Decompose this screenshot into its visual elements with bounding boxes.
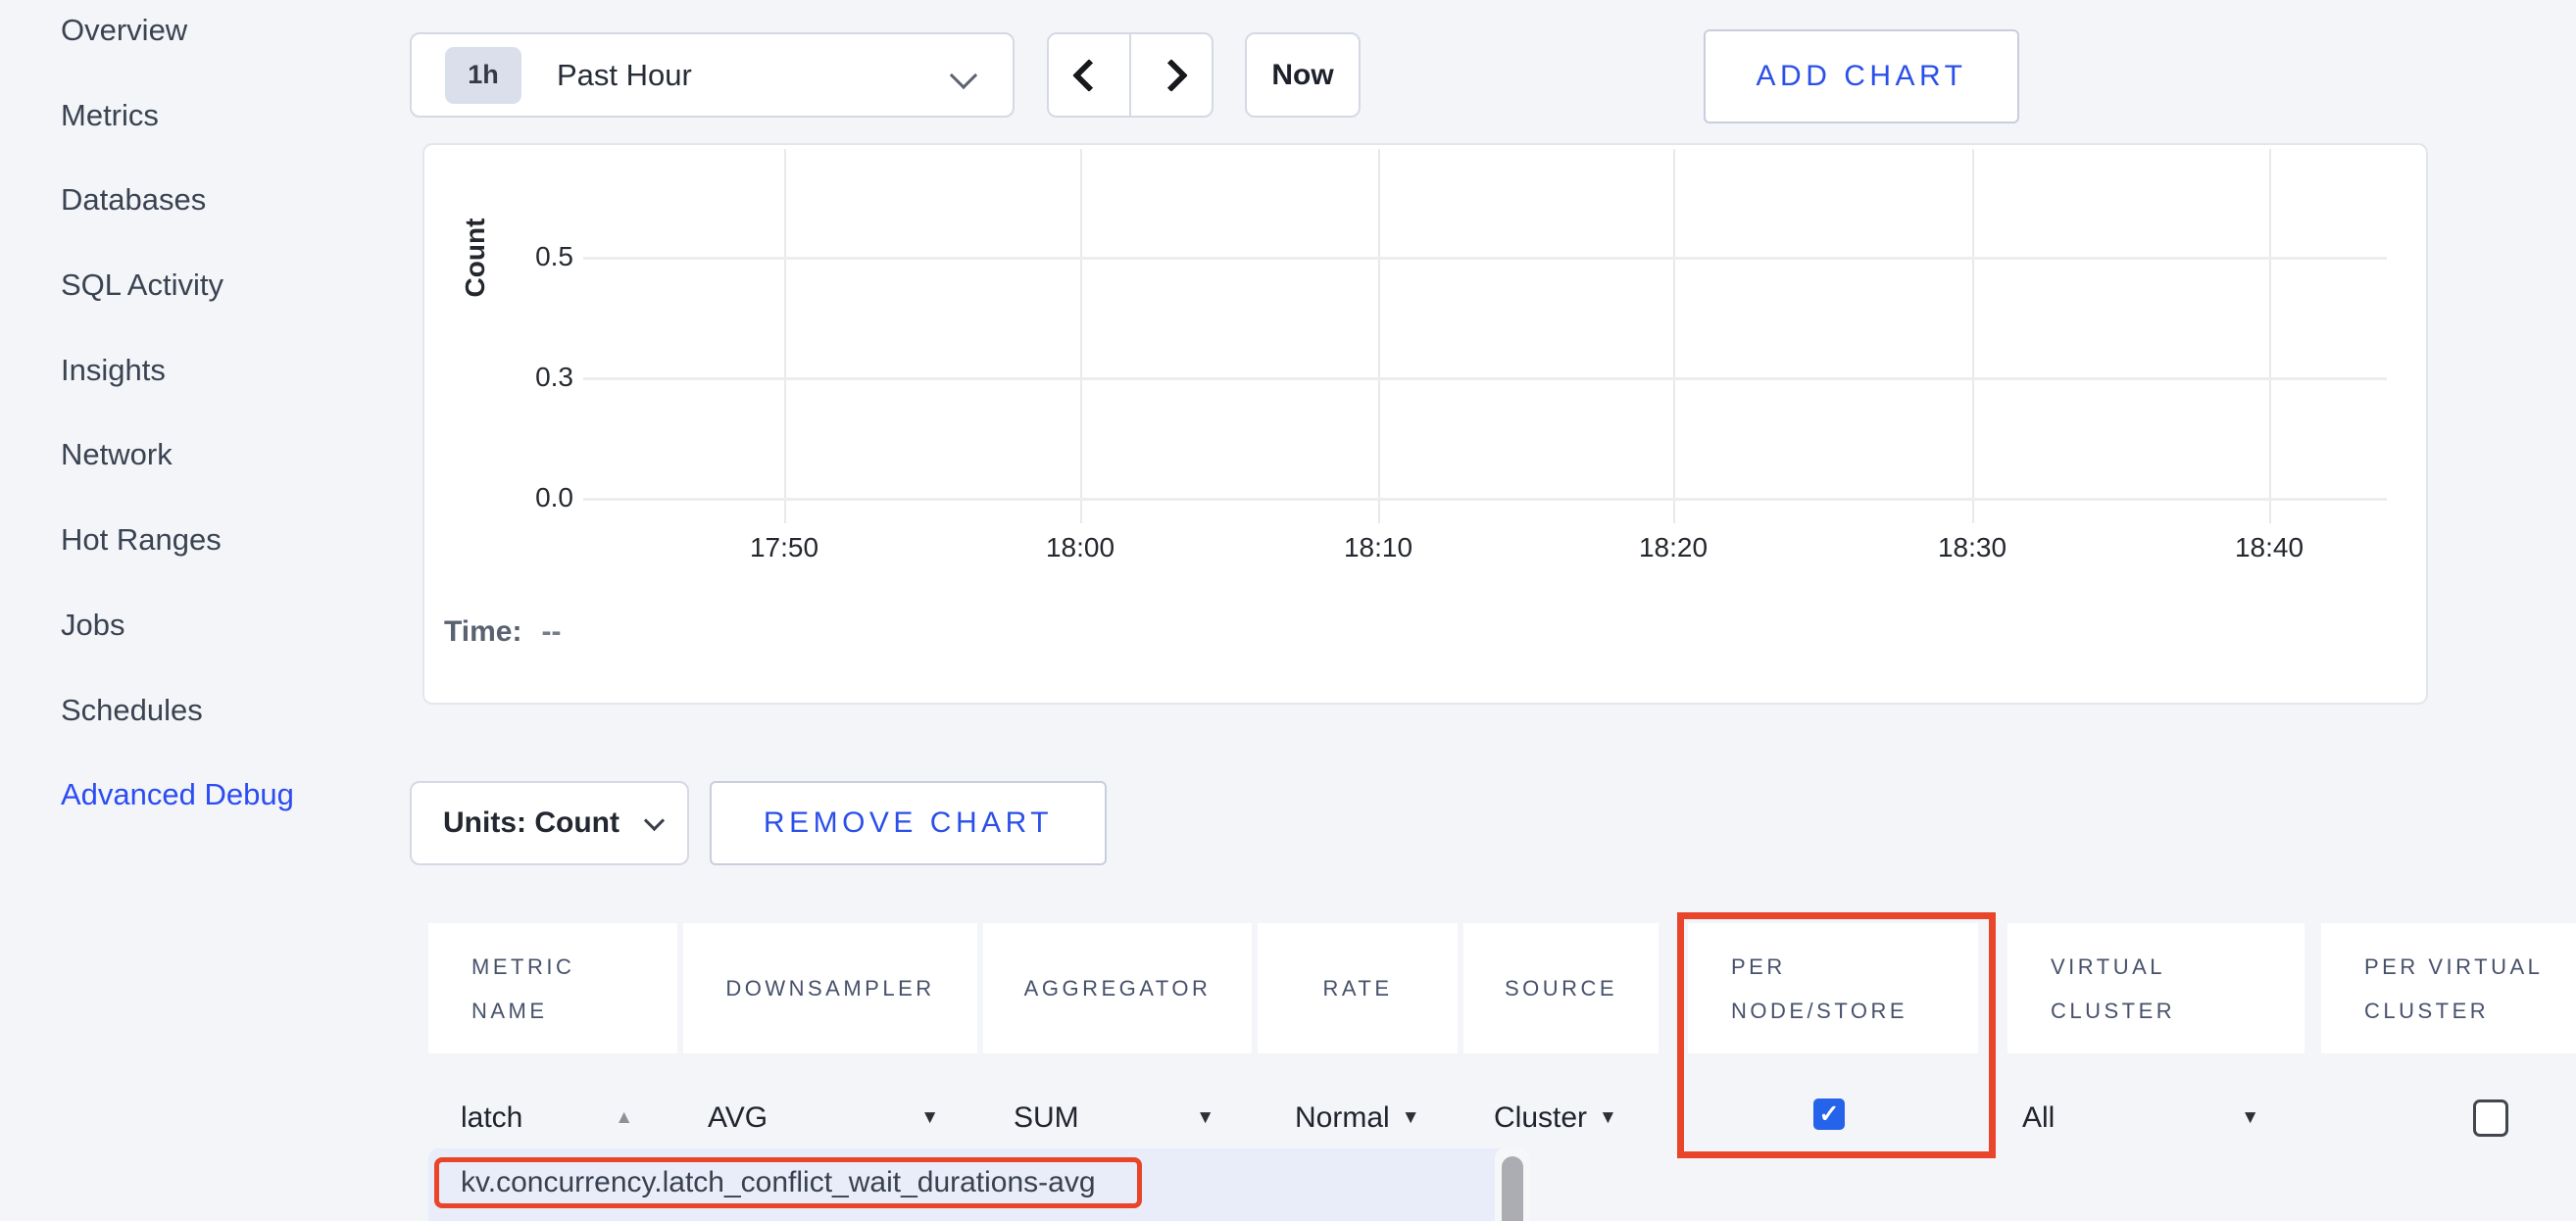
- remove-chart-button[interactable]: REMOVE CHART: [710, 781, 1107, 865]
- dropdown-scrollbar-track: [1495, 1148, 1530, 1221]
- gridline: [583, 377, 2387, 380]
- gridline: [1972, 149, 1974, 523]
- x-axis-tick: 18:00: [1012, 532, 1149, 563]
- gridline: [1378, 149, 1380, 523]
- caret-down-icon: ▼: [2241, 1107, 2259, 1129]
- caret-down-icon: ▼: [1599, 1107, 1617, 1129]
- hover-time-readout: Time: --: [444, 615, 561, 649]
- y-axis-tick: 0.5: [475, 241, 573, 272]
- rate-value: Normal: [1295, 1101, 1390, 1135]
- caret-down-icon: ▼: [920, 1107, 939, 1129]
- caret-up-icon: ▲: [615, 1107, 633, 1129]
- time-range-label: Past Hour: [557, 58, 692, 93]
- units-selector[interactable]: Units: Count: [410, 781, 689, 865]
- sidebar-item-advanced-debug[interactable]: Advanced Debug: [61, 777, 394, 862]
- chevron-down-icon: [950, 62, 977, 89]
- caret-down-icon: ▼: [1402, 1107, 1420, 1129]
- time-next-button[interactable]: [1129, 34, 1212, 116]
- sidebar-item-schedules[interactable]: Schedules: [61, 693, 394, 778]
- time-range-badge: 1h: [445, 47, 521, 104]
- time-readout-value: --: [541, 615, 561, 649]
- chevron-right-icon: [1155, 59, 1188, 92]
- gridline: [583, 257, 2387, 260]
- column-header-source: SOURCE: [1463, 923, 1659, 1053]
- column-header-aggregator: AGGREGATOR: [983, 923, 1252, 1053]
- metric-name-value: latch: [461, 1101, 522, 1135]
- caret-down-icon: ▼: [1196, 1107, 1214, 1129]
- virtual-cluster-select[interactable]: All ▼: [2022, 1096, 2259, 1141]
- sidebar-item-metrics[interactable]: Metrics: [61, 98, 394, 183]
- sidebar-item-network[interactable]: Network: [61, 437, 394, 522]
- time-range-selector[interactable]: 1h Past Hour: [410, 32, 1015, 118]
- time-readout-label: Time:: [444, 615, 521, 649]
- aggregator-value: SUM: [1014, 1101, 1079, 1135]
- chevron-down-icon: [644, 809, 665, 830]
- time-prev-button[interactable]: [1049, 34, 1129, 116]
- sidebar-item-jobs[interactable]: Jobs: [61, 608, 394, 693]
- units-selector-label: Units: Count: [443, 806, 619, 840]
- x-axis-tick: 18:10: [1310, 532, 1447, 563]
- y-axis-tick: 0.0: [475, 482, 573, 513]
- gridline: [2269, 149, 2271, 523]
- custom-chart-panel: Count 0.5 0.3 0.0 17:50 18:00 18:10 18:2…: [422, 143, 2428, 705]
- aggregator-select[interactable]: SUM ▼: [1014, 1096, 1214, 1141]
- dropdown-scrollbar-thumb[interactable]: [1502, 1156, 1523, 1221]
- sidebar-item-sql-activity[interactable]: SQL Activity: [61, 268, 394, 353]
- x-axis-tick: 17:50: [716, 532, 853, 563]
- chevron-left-icon: [1072, 59, 1106, 92]
- source-value: Cluster: [1494, 1101, 1587, 1135]
- gridline: [583, 498, 2387, 501]
- per-node-store-checkbox[interactable]: ✓: [1813, 1099, 1845, 1130]
- metric-suggestion-item[interactable]: kv.concurrency.latch_conflict_wait_durat…: [434, 1157, 1142, 1208]
- column-header-downsampler: DOWNSAMPLER: [683, 923, 977, 1053]
- sidebar: Overview Metrics Databases SQL Activity …: [61, 13, 394, 862]
- column-header-virtual-cluster: VIRTUAL CLUSTER: [2007, 923, 2304, 1053]
- column-header-metric-name: METRIC NAME: [428, 923, 677, 1053]
- rate-select[interactable]: Normal ▼: [1295, 1096, 1420, 1141]
- sidebar-item-hot-ranges[interactable]: Hot Ranges: [61, 522, 394, 608]
- virtual-cluster-value: All: [2022, 1101, 2055, 1135]
- gridline: [1080, 149, 1082, 523]
- sidebar-item-insights[interactable]: Insights: [61, 353, 394, 438]
- sidebar-item-overview[interactable]: Overview: [61, 13, 394, 98]
- add-chart-button[interactable]: ADD CHART: [1704, 29, 2019, 123]
- source-select[interactable]: Cluster ▼: [1494, 1096, 1617, 1141]
- gridline: [1673, 149, 1675, 523]
- column-header-per-node-store: PER NODE/STORE: [1688, 923, 1978, 1053]
- metric-name-input[interactable]: latch ▲: [461, 1096, 633, 1141]
- time-nav-arrows: [1047, 32, 1214, 118]
- downsampler-value: AVG: [708, 1101, 768, 1135]
- column-header-per-virtual-cluster: PER VIRTUAL CLUSTER: [2321, 923, 2576, 1053]
- check-icon: ✓: [1819, 1099, 1840, 1129]
- per-virtual-cluster-checkbox[interactable]: ✓: [2473, 1099, 2508, 1137]
- x-axis-tick: 18:30: [1904, 532, 2041, 563]
- y-axis-tick: 0.3: [475, 362, 573, 393]
- downsampler-select[interactable]: AVG ▼: [708, 1096, 939, 1141]
- sidebar-item-databases[interactable]: Databases: [61, 182, 394, 268]
- column-header-rate: RATE: [1258, 923, 1458, 1053]
- gridline: [784, 149, 786, 523]
- x-axis-tick: 18:20: [1605, 532, 1742, 563]
- now-button[interactable]: Now: [1245, 32, 1361, 118]
- x-axis-tick: 18:40: [2201, 532, 2338, 563]
